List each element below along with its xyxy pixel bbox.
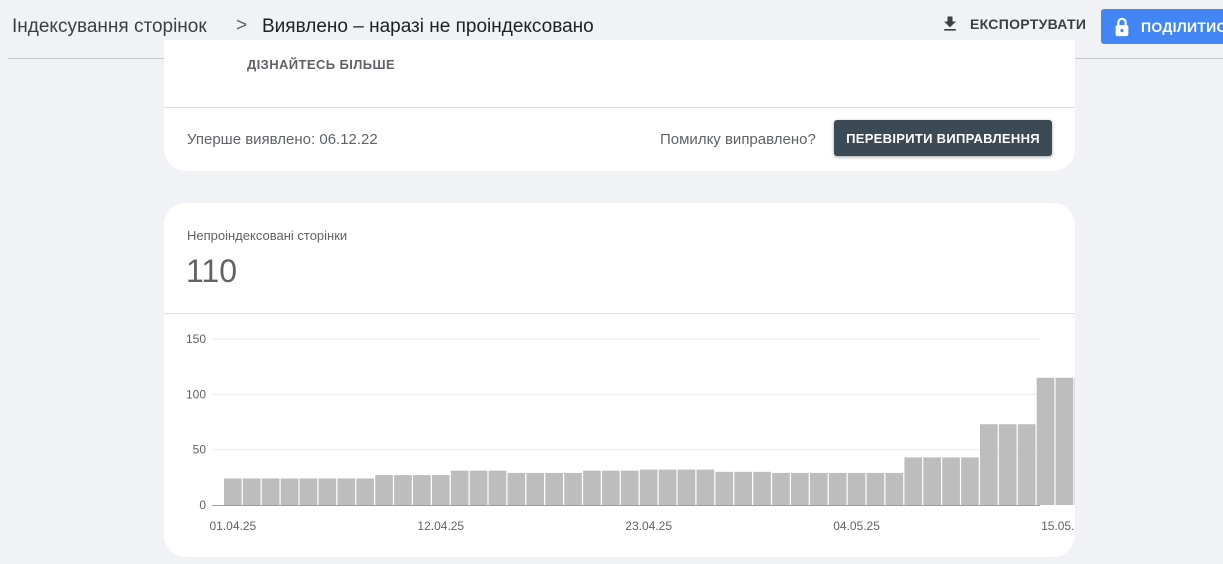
chart-bar[interactable]	[337, 478, 356, 505]
chart-bar[interactable]	[923, 457, 941, 505]
chart-bar[interactable]	[431, 475, 450, 505]
chart-bar[interactable]	[847, 472, 866, 505]
card-divider	[164, 107, 1075, 108]
chart-bar[interactable]	[299, 478, 318, 505]
download-icon	[944, 16, 956, 31]
share-button[interactable]: ПОДІЛИТИСЯ	[1101, 9, 1223, 44]
chart-bar[interactable]	[507, 472, 526, 505]
x-tick-label: 23.04.25	[625, 519, 672, 533]
chart-bar[interactable]	[1074, 377, 1076, 505]
chart-bar[interactable]	[772, 472, 790, 505]
y-tick-label: 100	[186, 387, 206, 401]
chart-bar[interactable]	[261, 478, 280, 505]
issue-details-card: ДІЗНАЙТЕСЬ БІЛЬШЕ Уперше виявлено: 06.12…	[164, 40, 1075, 171]
chart-bar[interactable]	[980, 424, 998, 505]
x-tick-label: 15.05.25	[1041, 519, 1075, 533]
breadcrumb-chevron-icon: >	[236, 15, 248, 36]
validate-fix-button[interactable]: ПЕРЕВІРИТИ ВИПРАВЛЕННЯ	[834, 120, 1052, 156]
share-label: ПОДІЛИТИСЯ	[1141, 18, 1223, 35]
lock-icon	[1115, 17, 1129, 36]
chart-bar[interactable]	[696, 469, 715, 505]
chart-bar[interactable]	[488, 470, 507, 505]
chart-bar[interactable]	[715, 471, 734, 505]
chart-bar[interactable]	[242, 478, 261, 505]
chart-bar[interactable]	[809, 472, 828, 505]
chart-bar[interactable]	[1055, 377, 1074, 505]
x-tick-label: 12.04.25	[417, 519, 464, 533]
card-divider	[164, 313, 1075, 314]
chart-bar[interactable]	[658, 469, 677, 505]
chart-bar[interactable]	[375, 475, 393, 505]
chart-bar[interactable]	[639, 469, 658, 505]
metric-label: Непроіндексовані сторінки	[187, 228, 348, 243]
metric-value: 110	[186, 253, 238, 289]
chart-bar[interactable]	[942, 457, 960, 505]
chart-bar[interactable]	[356, 478, 374, 505]
chart-bar[interactable]	[224, 478, 242, 505]
chart-bar[interactable]	[450, 470, 469, 505]
export-label: ЕКСПОРТУВАТИ	[970, 16, 1087, 32]
chart-bar[interactable]	[413, 475, 431, 505]
bar-chart: 0 50 100 150 01.04.25 12.04.25 23.04.25 04.05.2…	[186, 332, 1076, 533]
chart-bar[interactable]	[526, 472, 545, 505]
y-tick-label: 0	[199, 498, 206, 512]
chart-bar[interactable]	[1036, 377, 1055, 505]
y-tick-label: 150	[186, 332, 206, 346]
chart-bar[interactable]	[734, 471, 752, 505]
chart-bar[interactable]	[677, 469, 696, 505]
chart-bar[interactable]	[318, 478, 337, 505]
page-title: Виявлено – наразі не проіндексовано	[262, 16, 594, 37]
export-button[interactable]: ЕКСПОРТУВАТИ	[940, 14, 1086, 34]
chart-card: Непроіндексовані сторінки 110 0 50 100 150 0…	[164, 203, 1075, 557]
chart-bar[interactable]	[866, 472, 885, 505]
x-tick-label: 04.05.25	[833, 519, 880, 533]
chart-bar[interactable]	[904, 457, 923, 505]
chart-bar[interactable]	[620, 470, 639, 505]
chart-bar[interactable]	[545, 472, 563, 505]
learn-more-link[interactable]: ДІЗНАЙТЕСЬ БІЛЬШЕ	[247, 57, 395, 72]
first-detected-text: Уперше виявлено: 06.12.22	[187, 131, 378, 148]
chart-bar[interactable]	[583, 470, 601, 505]
breadcrumb-parent[interactable]: Індексування сторінок	[12, 16, 207, 38]
chart-bar[interactable]	[753, 471, 771, 505]
chart-bar[interactable]	[828, 472, 847, 505]
chart-bar[interactable]	[280, 478, 299, 505]
x-tick-label: 01.04.25	[209, 519, 256, 533]
fixed-question-text: Помилку виправлено?	[660, 131, 816, 148]
chart-bar[interactable]	[602, 470, 620, 505]
chart-bar[interactable]	[564, 472, 582, 505]
y-tick-label: 50	[193, 443, 207, 457]
chart-bar[interactable]	[998, 424, 1017, 505]
chart-bar[interactable]	[791, 472, 809, 505]
chart-bar[interactable]	[469, 470, 488, 505]
chart-bar[interactable]	[1017, 424, 1036, 505]
chart-bar[interactable]	[961, 457, 979, 505]
chart-bar[interactable]	[394, 475, 412, 505]
chart-bar[interactable]	[885, 472, 904, 505]
